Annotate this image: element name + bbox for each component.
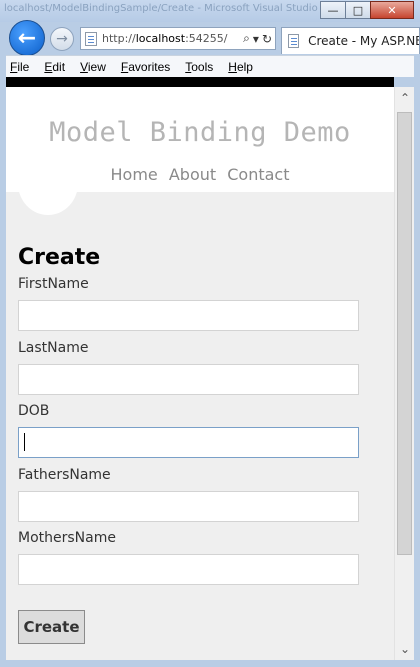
- window-controls: — □ ✕: [320, 1, 414, 19]
- window-titlebar: localhost/ModelBindingSample/Create - Mi…: [0, 0, 420, 22]
- menu-edit[interactable]: Edit: [44, 60, 65, 74]
- page-icon: [85, 31, 97, 46]
- close-button[interactable]: ✕: [370, 1, 414, 19]
- scroll-up-arrow-icon[interactable]: ⌃: [395, 87, 415, 109]
- menu-help[interactable]: Help: [228, 60, 253, 74]
- lastname-input[interactable]: [18, 364, 359, 395]
- address-url[interactable]: http://localhost:54255/: [102, 32, 243, 45]
- page-viewport: Model Binding Demo Home About Contact Cr…: [6, 87, 394, 660]
- scrollbar-thumb[interactable]: [397, 112, 412, 555]
- text-caret: [24, 433, 25, 451]
- window-title: localhost/ModelBindingSample/Create - Mi…: [4, 3, 318, 14]
- firstname-input[interactable]: [18, 300, 359, 331]
- mothersname-input[interactable]: [18, 554, 359, 585]
- firstname-label: FirstName: [18, 276, 89, 292]
- nav-about-link[interactable]: About: [169, 165, 216, 184]
- address-tools: ⌕ ▾ ↻: [243, 31, 275, 46]
- forward-button[interactable]: →: [50, 27, 74, 51]
- tab-page-icon: [288, 34, 300, 48]
- lastname-label: LastName: [18, 340, 89, 356]
- chevron-down-icon[interactable]: ▾: [253, 32, 259, 46]
- page-top-bar: [6, 77, 394, 87]
- menu-bar: File Edit View Favorites Tools Help: [6, 55, 414, 77]
- fathersname-label: FathersName: [18, 467, 111, 483]
- menu-file[interactable]: File: [10, 60, 29, 74]
- menu-tools[interactable]: Tools: [185, 60, 213, 74]
- site-logo: [18, 152, 78, 215]
- vertical-scrollbar[interactable]: ⌃ ⌄: [394, 87, 414, 660]
- browser-tab[interactable]: Create - My ASP.NET: [281, 27, 420, 54]
- scroll-down-arrow-icon[interactable]: ⌄: [395, 638, 415, 660]
- menu-favorites[interactable]: Favorites: [121, 60, 170, 74]
- back-button[interactable]: ←: [9, 20, 45, 56]
- maximize-button[interactable]: □: [345, 1, 371, 19]
- dob-label: DOB: [18, 403, 50, 419]
- address-bar[interactable]: http://localhost:54255/ ⌕ ▾ ↻: [80, 27, 276, 50]
- create-button[interactable]: Create: [18, 610, 85, 644]
- refresh-icon[interactable]: ↻: [262, 32, 272, 46]
- nav-contact-link[interactable]: Contact: [227, 165, 289, 184]
- window-frame-bottom: [0, 660, 420, 667]
- search-icon[interactable]: ⌕: [243, 31, 250, 46]
- dob-input[interactable]: [18, 427, 359, 458]
- mothersname-label: MothersName: [18, 530, 116, 546]
- minimize-button[interactable]: —: [320, 1, 346, 19]
- tab-title: Create - My ASP.NET: [308, 34, 419, 48]
- fathersname-input[interactable]: [18, 491, 359, 522]
- site-title: Model Binding Demo: [49, 117, 351, 148]
- page-title: Create: [18, 245, 101, 270]
- menu-view[interactable]: View: [80, 60, 106, 74]
- nav-home-link[interactable]: Home: [111, 165, 158, 184]
